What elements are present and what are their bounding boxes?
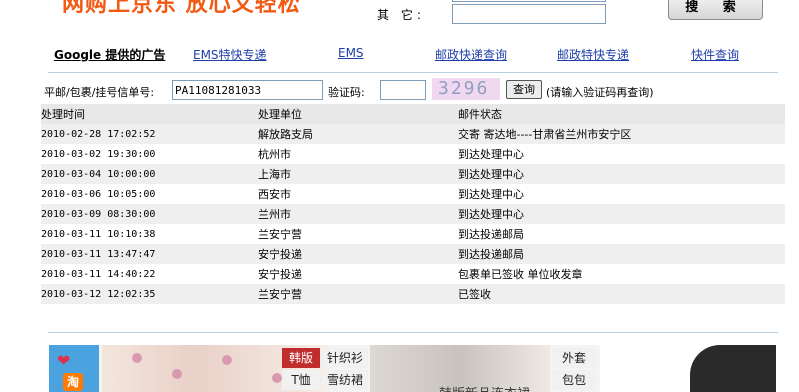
cell-time: 2010-03-06 10:05:00 [41, 188, 156, 200]
cell-time: 2010-03-12 12:02:35 [41, 284, 258, 304]
dark-garment [690, 345, 776, 392]
taobao-logo[interactable]: ❤ 淘 [49, 345, 99, 392]
nav-link-post-special-express[interactable]: 邮政特快专递 [557, 46, 629, 63]
cell-unit: 上海市 [258, 164, 458, 184]
table-header-row: 处理时间 处理单位 邮件状态 [41, 104, 785, 124]
bottom-divider [48, 332, 778, 333]
cell-unit: 解放路支局 [258, 124, 458, 144]
cell-time: 2010-03-09 08:30:00 [41, 204, 258, 224]
cell-time: 2010-03-04 10:00:00 [41, 164, 258, 184]
ad-banner[interactable]: ❤ 淘 韩版 针织衫 T恤 雪纺裙 韩版新品连衣裙 外套 包包 [49, 345, 776, 392]
cell-unit: 兰安宁营 [258, 284, 458, 304]
cell-status: 到达处理中心 [458, 204, 785, 224]
table-row: 2010-03-04 10:00:00 上海市 到达处理中心 [41, 164, 785, 184]
cell-status: 到达处理中心 [458, 164, 785, 184]
table-row: 2010-02-28 17:02:52 解放路支局 交寄 寄达地----甘肃省兰… [41, 124, 785, 144]
table-row: 2010-03-11 13:47:47 安宁投递 到达投递邮局 [41, 244, 785, 264]
cell-status: 到达处理中心 [458, 188, 524, 201]
cell-status: 已签收 [458, 284, 785, 304]
cell-unit: 兰安宁营 [258, 228, 302, 241]
cell-unit: 安宁投递 [258, 244, 458, 264]
captcha-image[interactable]: 3296 [432, 78, 500, 100]
tracking-number-input[interactable] [172, 80, 323, 100]
tracking-table: 处理时间 处理单位 邮件状态 2010-02-28 17:02:52 解放路支局… [41, 104, 785, 304]
cell-time: 2010-02-28 17:02:52 [41, 124, 258, 144]
nav-link-post-express-query[interactable]: 邮政快递查询 [435, 46, 507, 63]
cell-status: 包裹单已签收 单位收发章 [458, 268, 583, 281]
cell-time: 2010-03-11 14:40:22 [41, 268, 156, 280]
table-row: 2010-03-11 14:40:22 安宁投递 包裹单已签收 单位收发章 [41, 264, 785, 284]
ad-category-bags[interactable]: 包包 [552, 370, 596, 390]
cell-status: 交寄 寄达地----甘肃省兰州市安宁区 [458, 124, 785, 144]
table-row: 2010-03-02 19:30:00 杭州市 到达处理中心 [41, 144, 785, 164]
cell-status: 到达处理中心 [458, 148, 524, 161]
top-input-remnant[interactable] [452, 0, 606, 2]
captcha-hint: (请输入验证码再查询) [546, 86, 654, 99]
nav-link-parcel-query[interactable]: 快件查询 [691, 46, 739, 63]
search-button[interactable]: 搜 索 [668, 0, 763, 20]
nav-link-ems[interactable]: EMS [338, 46, 364, 60]
ad-category-chiffon-skirt[interactable]: 雪纺裙 [322, 370, 368, 390]
table-row: 2010-03-11 10:10:38 兰安宁营 到达投递邮局 [41, 224, 785, 244]
table-row: 2010-03-12 12:02:35 兰安宁营 已签收 [41, 284, 785, 304]
tracking-label: 平邮/包裹/挂号信单号: [44, 86, 155, 99]
cell-unit: 安宁投递 [258, 268, 302, 281]
cell-status: 到达投递邮局 [458, 228, 524, 241]
table-row: 2010-03-06 10:05:00 西安市 到达处理中心 [41, 184, 785, 204]
column-header-time: 处理时间 [41, 104, 258, 124]
nav-link-ems-express[interactable]: EMS特快专递 [193, 46, 267, 63]
floral-dot [272, 373, 282, 383]
floral-dot [132, 353, 142, 363]
cell-unit: 西安市 [258, 188, 291, 201]
ad-photo-polka-dress[interactable] [600, 345, 776, 392]
column-header-unit: 处理单位 [258, 104, 458, 124]
query-button[interactable]: 查询 [506, 80, 542, 99]
banner-slogan: 网购上京东 放心又轻松 [62, 0, 301, 17]
ad-category-coat[interactable]: 外套 [552, 348, 596, 368]
cell-time: 2010-03-02 19:30:00 [41, 148, 156, 160]
column-header-status: 邮件状态 [458, 104, 785, 124]
cell-time: 2010-03-11 13:47:47 [41, 244, 258, 264]
cell-time: 2010-03-11 10:10:38 [41, 228, 156, 240]
floral-dot [172, 369, 182, 379]
cell-unit: 杭州市 [258, 148, 291, 161]
floral-dot [222, 355, 232, 365]
ad-category-knitwear[interactable]: 针织衫 [322, 348, 368, 368]
google-ads-link[interactable]: Google 提供的广告 [54, 46, 165, 63]
cell-status: 到达投递邮局 [458, 244, 785, 264]
table-row: 2010-03-09 08:30:00 兰州市 到达处理中心 [41, 204, 785, 224]
cell-unit: 兰州市 [258, 204, 458, 224]
captcha-label: 验证码: [328, 86, 365, 99]
ad-category-tshirt[interactable]: T恤 [282, 370, 320, 390]
ad-logo-glyph: 淘 [63, 373, 83, 391]
ad-caption[interactable]: 韩版新品连衣裙 [439, 383, 530, 392]
nav-bar: Google 提供的广告 EMS特快专递 EMS 邮政快递查询 邮政特快专递 快… [48, 44, 778, 73]
ad-category-korean[interactable]: 韩版 [282, 348, 320, 368]
other-input[interactable] [452, 4, 606, 24]
captcha-input[interactable] [380, 80, 426, 100]
other-label: 其 它: [377, 8, 425, 22]
heart-icon: ❤ [57, 351, 71, 370]
